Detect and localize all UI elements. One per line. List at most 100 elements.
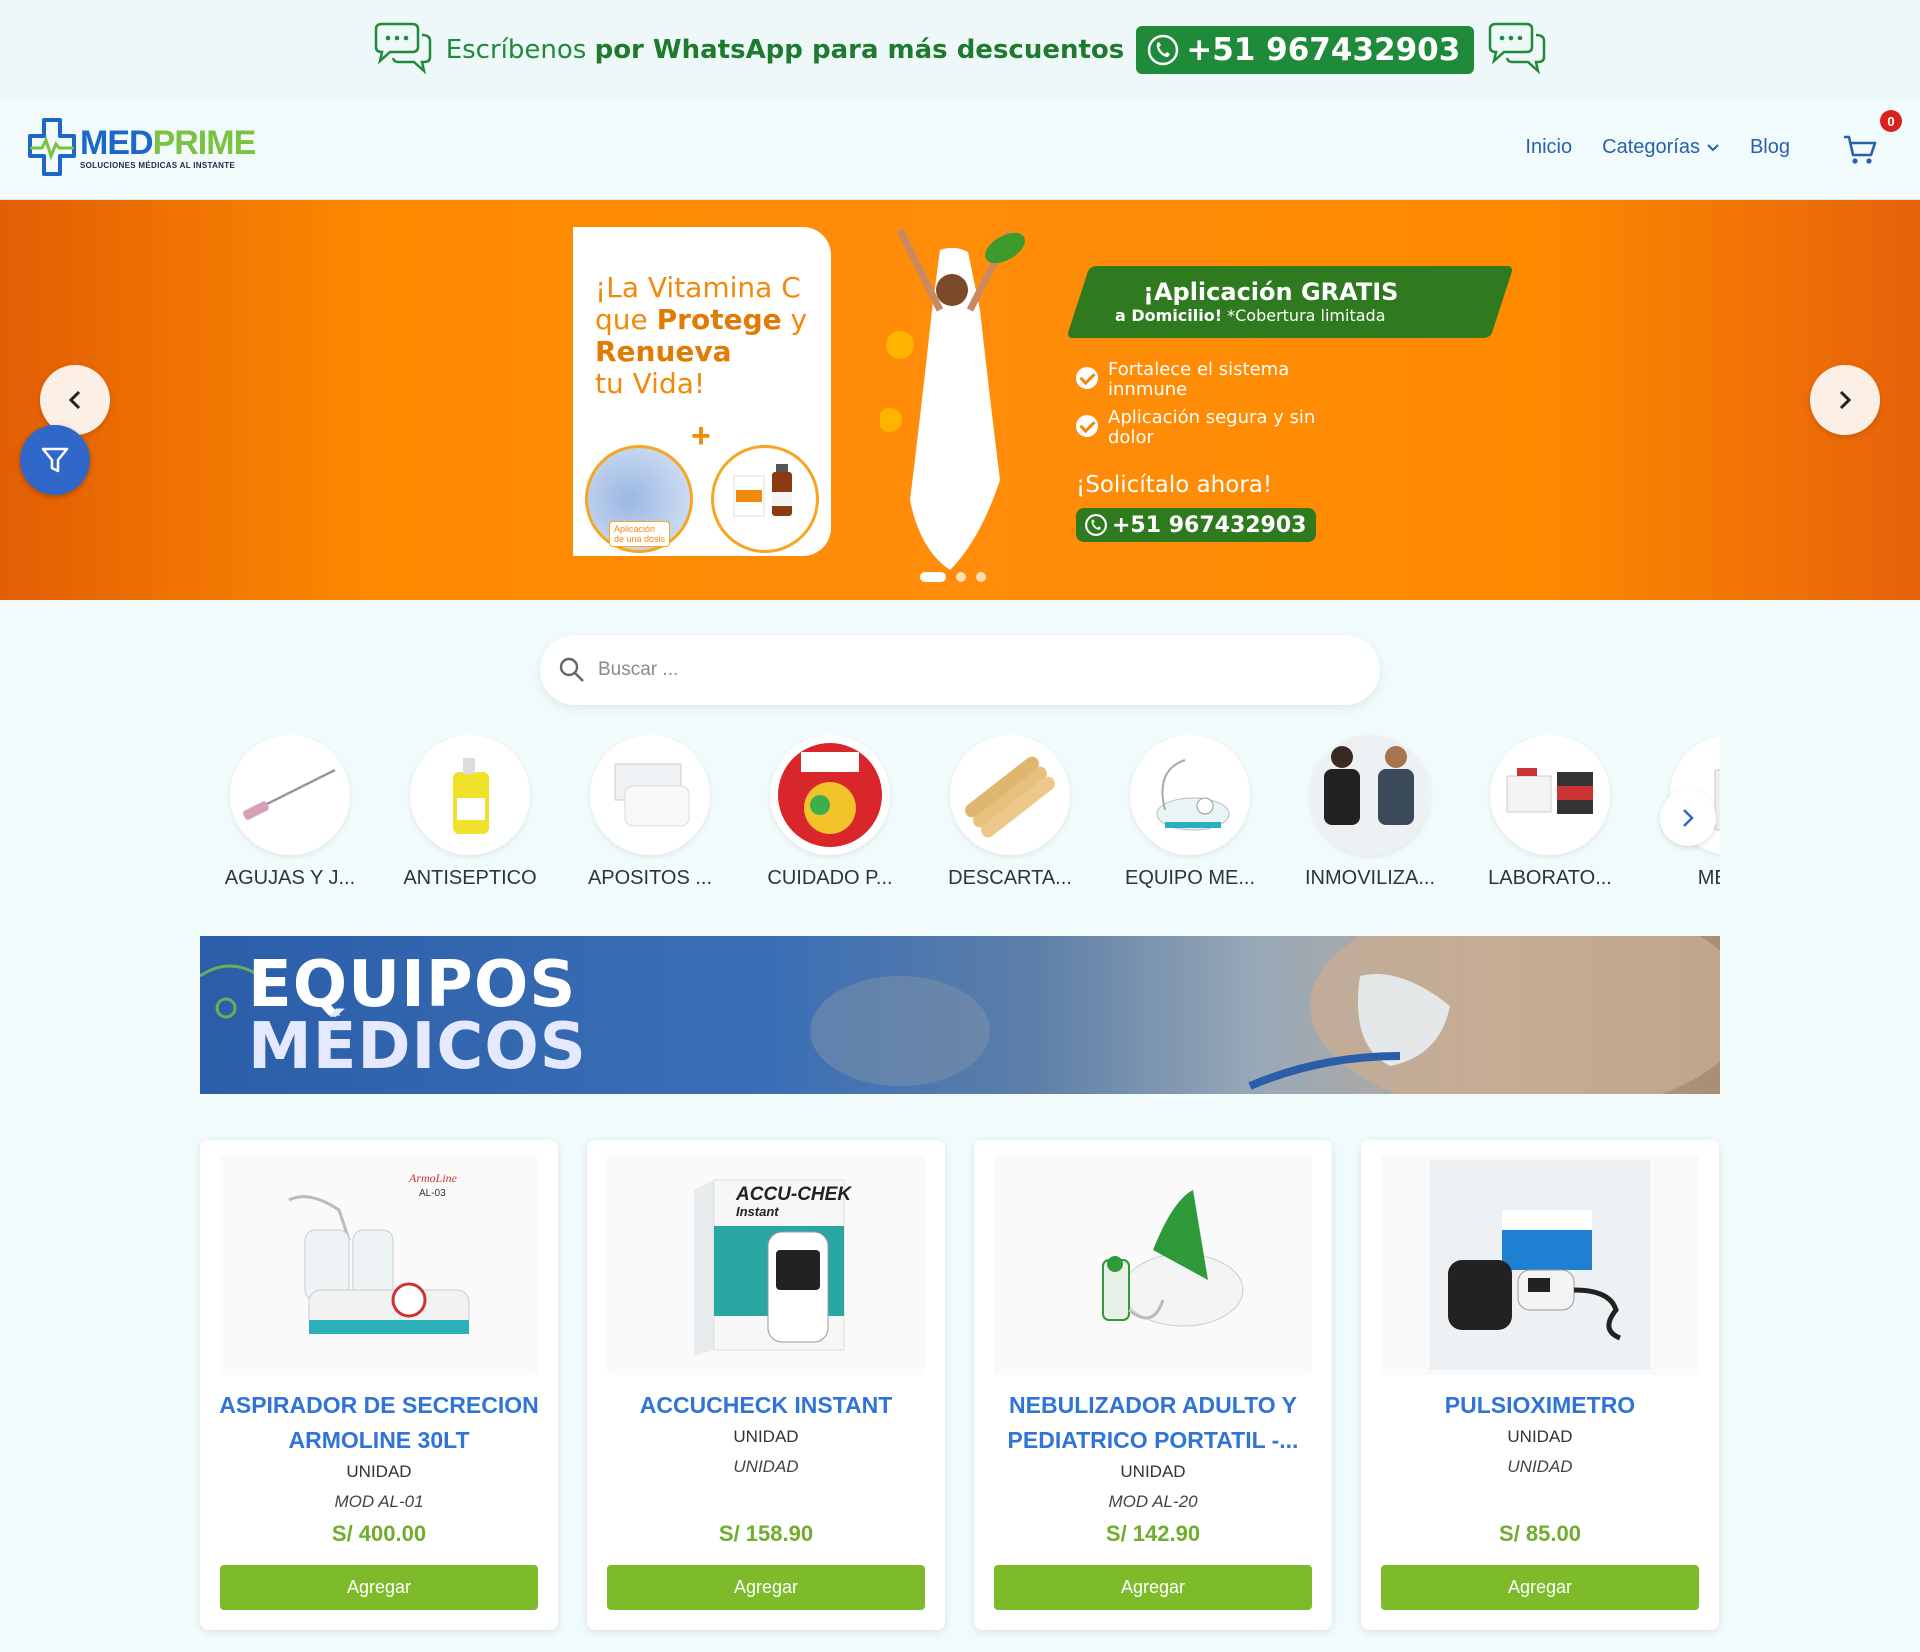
whatsapp-icon bbox=[1148, 34, 1179, 66]
add-to-cart-button[interactable]: Agregar bbox=[994, 1565, 1312, 1610]
medical-cross-logo-icon bbox=[28, 118, 76, 176]
svg-text:ACCU-CHEK: ACCU-CHEK bbox=[735, 1184, 852, 1205]
vial-icon bbox=[733, 464, 792, 517]
product-image[interactable] bbox=[1381, 1155, 1699, 1375]
carousel-dot[interactable] bbox=[956, 572, 966, 582]
product-model: MOD AL-20 bbox=[1108, 1492, 1198, 1511]
category-item[interactable]: LABORATO... bbox=[1460, 735, 1640, 890]
card-badge: Aplicación de una dosis bbox=[609, 521, 671, 547]
search-icon bbox=[559, 657, 584, 682]
chevron-left-icon bbox=[68, 390, 81, 410]
category-image bbox=[1310, 735, 1430, 855]
chevron-right-icon bbox=[1683, 809, 1694, 827]
filter-button[interactable] bbox=[20, 425, 90, 495]
add-to-cart-button[interactable]: Agregar bbox=[1381, 1565, 1699, 1610]
promo-bar: Escríbenos por WhatsApp para más descuen… bbox=[0, 0, 1920, 100]
product-image[interactable]: ACCU-CHEK Instant bbox=[607, 1155, 925, 1375]
svg-text:ArmoLine: ArmoLine bbox=[408, 1171, 458, 1185]
search-input[interactable] bbox=[598, 659, 1298, 681]
product-model: UNIDAD bbox=[1507, 1457, 1573, 1476]
shopping-cart-icon bbox=[1844, 135, 1877, 164]
category-image bbox=[770, 735, 890, 855]
check-circle-icon bbox=[1076, 367, 1098, 389]
nav-categorias[interactable]: Categorías bbox=[1602, 136, 1720, 159]
product-price: S/ 158.90 bbox=[718, 1521, 814, 1546]
svg-text:AL-03: AL-03 bbox=[419, 1188, 446, 1199]
cart-count-badge: 0 bbox=[1880, 110, 1902, 132]
category-item[interactable]: ANTISEPTICO bbox=[380, 735, 560, 890]
chevron-right-icon bbox=[1839, 390, 1852, 410]
medprime-logo[interactable]: MEDPRIME SOLUCIONES MÉDICAS AL INSTANTE bbox=[28, 116, 257, 178]
product-name[interactable]: ASPIRADOR DE SECRECION ARMOLINE 30LT bbox=[210, 1388, 548, 1458]
logo-med: MED bbox=[80, 124, 154, 162]
product-price: S/ 142.90 bbox=[1105, 1521, 1201, 1546]
product-unit: UNIDAD bbox=[346, 1462, 412, 1481]
hero-cta-text: ¡Solicítalo ahora! bbox=[1076, 472, 1273, 498]
category-item[interactable]: CUIDADO P... bbox=[740, 735, 920, 890]
carousel-next-button[interactable] bbox=[1810, 365, 1880, 435]
category-item[interactable]: DESCARTA... bbox=[920, 735, 1100, 890]
category-carousel: AGUJAS Y J... ANTISEPTICO APOSITOS ... C… bbox=[200, 735, 1720, 895]
category-item[interactable]: AGUJAS Y J... bbox=[200, 735, 380, 890]
carousel-dots bbox=[920, 572, 986, 582]
category-image bbox=[1130, 735, 1250, 855]
vitamin-c-card: ¡La Vitamina C que Protege y Renueva tu … bbox=[573, 227, 831, 556]
hero-carousel[interactable]: ¡La Vitamina C que Protege y Renueva tu … bbox=[0, 200, 1920, 600]
product-price: S/ 400.00 bbox=[331, 1521, 427, 1546]
plus-icon: + bbox=[691, 417, 711, 455]
add-to-cart-button[interactable]: Agregar bbox=[220, 1565, 538, 1610]
category-image bbox=[230, 735, 350, 855]
product-card: NEBULIZADOR ADULTO Y PEDIATRICO PORTATIL … bbox=[974, 1140, 1332, 1630]
product-card: ArmoLine AL-03 ASPIRADOR DE SECRECION ARM… bbox=[200, 1140, 558, 1630]
equipos-medicos-banner[interactable]: EQUIPOS MÉDICOS bbox=[200, 936, 1720, 1094]
category-image bbox=[1490, 735, 1610, 855]
product-name[interactable]: NEBULIZADOR ADULTO Y PEDIATRICO PORTATIL … bbox=[984, 1388, 1322, 1458]
category-item[interactable]: APOSITOS ... bbox=[560, 735, 740, 890]
carousel-dot[interactable] bbox=[976, 572, 986, 582]
product-unit: UNIDAD bbox=[1120, 1462, 1186, 1481]
product-unit: UNIDAD bbox=[1507, 1427, 1573, 1446]
category-item[interactable]: EQUIPO ME... bbox=[1100, 735, 1280, 890]
product-model: UNIDAD bbox=[733, 1457, 799, 1476]
whatsapp-phone-button[interactable]: +51 967432903 bbox=[1136, 26, 1475, 74]
product-model: MOD AL-01 bbox=[334, 1492, 424, 1511]
product-unit: UNIDAD bbox=[733, 1427, 799, 1446]
product-name[interactable]: PULSIOXIMETRO bbox=[1371, 1388, 1709, 1423]
svg-text:Instant: Instant bbox=[736, 1204, 779, 1219]
search-bar bbox=[540, 635, 1380, 705]
nav-blog[interactable]: Blog bbox=[1750, 136, 1790, 159]
cart-button[interactable]: 0 bbox=[1842, 110, 1902, 166]
add-to-cart-button[interactable]: Agregar bbox=[607, 1565, 925, 1610]
category-image bbox=[410, 735, 530, 855]
logo-prime: PRIME bbox=[152, 124, 257, 162]
free-application-text: ¡Aplicación GRATIS a Domicilio! *Cobertu… bbox=[1115, 278, 1399, 325]
whatsapp-icon bbox=[1085, 514, 1107, 536]
product-image[interactable] bbox=[994, 1155, 1312, 1375]
feature-item: Aplicación segura y sin dolor bbox=[1076, 408, 1316, 448]
section-title: EQUIPOS MÉDICOS bbox=[248, 948, 587, 1084]
site-header: MEDPRIME SOLUCIONES MÉDICAS AL INSTANTE … bbox=[0, 100, 1920, 200]
nav-inicio[interactable]: Inicio bbox=[1525, 136, 1572, 159]
category-next-button[interactable] bbox=[1660, 790, 1716, 846]
carousel-dot[interactable] bbox=[920, 572, 946, 582]
feature-item: Fortalece el sistema innmune bbox=[1076, 360, 1316, 400]
category-item[interactable]: INMOVILIZA... bbox=[1280, 735, 1460, 890]
product-name[interactable]: ACCUCHECK INSTANT bbox=[597, 1388, 935, 1423]
hero-phone-button[interactable]: +51 967432903 bbox=[1076, 508, 1317, 542]
category-image bbox=[590, 735, 710, 855]
chevron-down-icon bbox=[1707, 143, 1719, 151]
card-headline: ¡La Vitamina C que Protege y Renueva tu … bbox=[595, 271, 808, 400]
vitamin-vial-image bbox=[711, 445, 819, 553]
filter-icon bbox=[41, 447, 69, 473]
main-nav: Inicio Categorías Blog bbox=[1525, 136, 1790, 159]
category-image bbox=[950, 735, 1070, 855]
logo-tagline: SOLUCIONES MÉDICAS AL INSTANTE bbox=[80, 161, 236, 170]
chat-bubbles-icon bbox=[374, 22, 431, 75]
jumping-woman-image bbox=[880, 228, 1025, 570]
product-price: S/ 85.00 bbox=[1499, 1521, 1581, 1546]
product-image[interactable]: ArmoLine AL-03 bbox=[220, 1155, 538, 1375]
product-card: PULSIOXIMETRO UNIDAD UNIDAD S/ 85.00 Agr… bbox=[1361, 1140, 1719, 1630]
chat-bubbles-icon bbox=[1489, 22, 1546, 75]
promo-text: Escríbenos por WhatsApp para más descuen… bbox=[445, 35, 1125, 65]
product-card: ACCU-CHEK Instant ACCUCHECK INSTANT UNID… bbox=[587, 1140, 945, 1630]
